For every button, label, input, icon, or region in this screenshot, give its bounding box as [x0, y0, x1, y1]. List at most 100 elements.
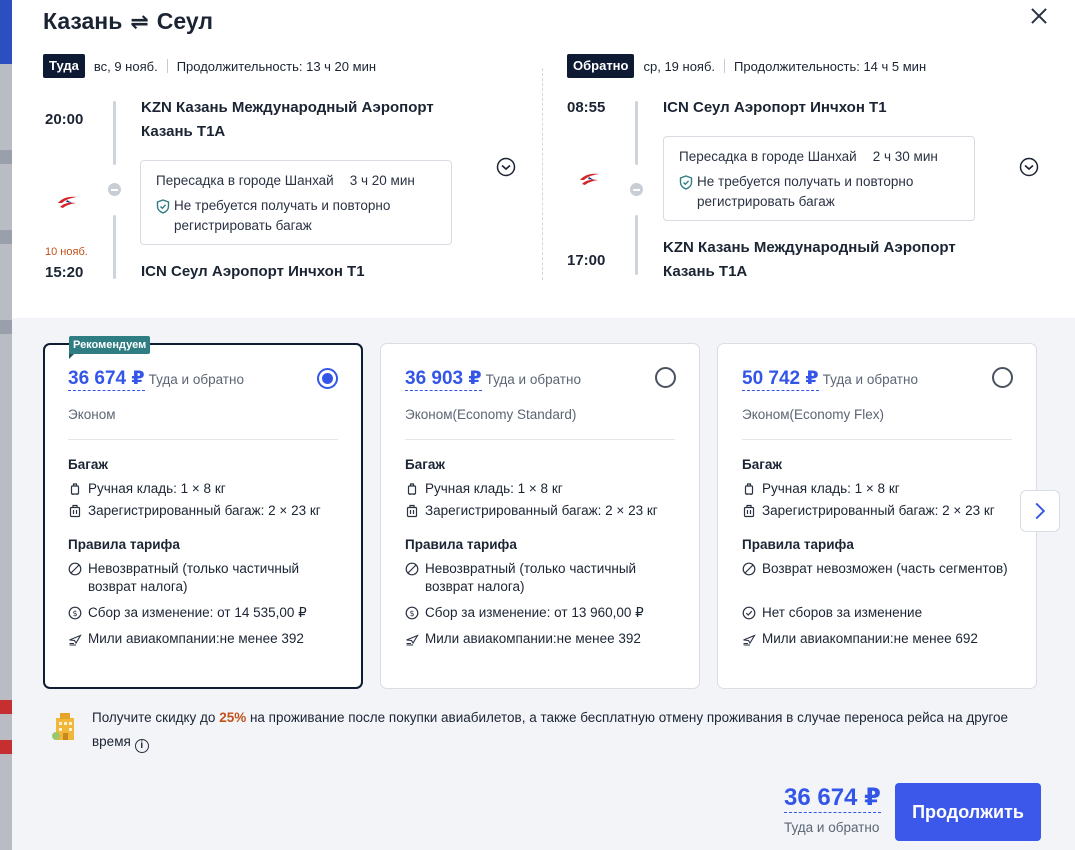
fare-selection-modal: Казань ⇌ Сеул Туда вс, 9 нояб. Продолжит…: [12, 0, 1075, 850]
timeline-line: [635, 215, 638, 275]
checked-bag-icon: [406, 504, 418, 518]
checked-baggage: Зарегистрированный багаж: 2 × 23 кг: [88, 503, 321, 518]
recommended-badge: Рекомендуем: [69, 336, 151, 359]
outbound-leg-header: Туда вс, 9 нояб. Продолжительность: 13 ч…: [43, 54, 376, 78]
outbound-departure-airport: KZN Казань Международный Аэропорт Казань…: [141, 99, 434, 140]
change-fee-rule: Сбор за изменение: от 13 960,00 ₽: [425, 605, 644, 620]
background-chip: [0, 320, 12, 334]
route-title: Казань ⇌ Сеул: [43, 8, 213, 35]
outbound-arrival-airport: ICN Сеул Аэропорт Инчхон T1: [141, 263, 365, 280]
china-eastern-logo-icon: [58, 196, 77, 208]
itinerary-section: Казань ⇌ Сеул Туда вс, 9 нояб. Продолжит…: [12, 0, 1075, 318]
return-departure-time: 08:55: [567, 99, 606, 116]
return-duration: Продолжительность: 14 ч 5 мин: [734, 58, 927, 74]
transfer-city: Пересадка в городе Шанхай: [156, 173, 334, 188]
fare-radio[interactable]: [655, 367, 676, 388]
return-leg-header: Обратно ср, 19 нояб. Продолжительность: …: [567, 54, 926, 78]
miles-rule: Мили авиакомпании:не менее 392: [88, 631, 304, 646]
fare-class: Эконом: [68, 407, 338, 440]
continue-button[interactable]: Продолжить: [895, 783, 1041, 841]
checked-bag-icon: [69, 504, 81, 518]
total-price-note: Туда и обратно: [784, 820, 880, 835]
transfer-duration: 3 ч 20 мин: [349, 173, 415, 188]
hotel-building-icon: [52, 713, 74, 740]
promo-text-start: Получите скидку до: [92, 710, 220, 725]
rules-title: Правила тарифа: [68, 537, 180, 552]
divider: [166, 59, 168, 73]
outbound-departure-time: 20:00: [45, 111, 84, 128]
fare-price: 36 674 ₽: [68, 368, 145, 391]
promo-text: Получите скидку до 25% на проживание пос…: [92, 706, 1040, 754]
fare-card-economy[interactable]: Рекомендуем 36 674 ₽ Туда и обратно Экон…: [43, 336, 363, 689]
destination-city: Сеул: [156, 8, 213, 34]
hotel-discount-promo: Получите скидку до 25% на проживание пос…: [50, 706, 1040, 754]
fare-radio[interactable]: [992, 367, 1013, 388]
timeline-line: [113, 101, 116, 165]
background-left-edge: [0, 0, 12, 850]
legs-divider: [542, 68, 543, 280]
return-transfer-box: Пересадка в городе Шанхай 2 ч 30 мин Не …: [663, 136, 975, 221]
checked-baggage: Зарегистрированный багаж: 2 × 23 кг: [425, 503, 658, 518]
fare-radio[interactable]: [317, 368, 338, 389]
fare-price: 36 903 ₽: [405, 368, 482, 391]
outbound-transfer-box: Пересадка в городе Шанхай 3 ч 20 мин Не …: [140, 160, 452, 245]
return-date: ср, 19 нояб.: [643, 58, 716, 74]
close-icon[interactable]: [1026, 4, 1052, 30]
fare-price: 50 742 ₽: [742, 368, 819, 391]
background-header: [0, 0, 12, 64]
hand-luggage: Ручная кладь: 1 × 8 кг: [88, 481, 226, 496]
hand-luggage-icon: [70, 483, 80, 495]
fare-card-economy-flex[interactable]: 50 742 ₽ Туда и обратно Эконом(Economy F…: [717, 343, 1037, 689]
timeline-line: [113, 215, 116, 279]
rules-title: Правила тарифа: [742, 537, 854, 552]
hand-luggage-icon: [407, 483, 417, 495]
expand-chevron-icon[interactable]: [1019, 157, 1039, 177]
china-eastern-logo-icon: [580, 173, 599, 185]
baggage-title: Багаж: [742, 457, 782, 472]
rules-title: Правила тарифа: [405, 537, 517, 552]
outbound-arrival-time: 15:20: [45, 264, 84, 281]
total-price-block: 36 674 ₽ Туда и обратно: [784, 784, 881, 835]
return-tag: Обратно: [567, 54, 635, 78]
outbound-duration: Продолжительность: 13 ч 20 мин: [176, 58, 377, 74]
no-refund-icon: [405, 562, 419, 576]
outbound-date: вс, 9 нояб.: [93, 58, 158, 74]
timeline-line: [635, 101, 638, 165]
expand-chevron-icon[interactable]: [496, 157, 516, 177]
checked-baggage: Зарегистрированный багаж: 2 × 23 кг: [762, 503, 995, 518]
transfer-dot-icon: [630, 183, 643, 196]
checked-bag-icon: [743, 504, 755, 518]
miles-icon: [69, 634, 82, 646]
return-arrival-airport: KZN Казань Международный Аэропорт Казань…: [663, 239, 956, 280]
fare-price-note: Туда и обратно: [148, 372, 244, 387]
outbound-arrival-date-note: 10 нояб.: [45, 246, 88, 258]
return-departure-airport: ICN Сеул Аэропорт Инчхон T1: [663, 99, 887, 116]
refund-rule: Невозвратный (только частичный возврат н…: [425, 561, 637, 594]
check-circle-icon: [742, 606, 756, 620]
info-icon[interactable]: i: [134, 739, 149, 753]
refund-rule: Невозвратный (только частичный возврат н…: [88, 561, 300, 594]
chevron-right-icon[interactable]: [1020, 490, 1060, 532]
origin-city: Казань: [43, 8, 123, 34]
transfer-dot-icon: [108, 183, 121, 196]
baggage-title: Багаж: [405, 457, 445, 472]
shield-check-icon: [156, 199, 170, 214]
fare-class: Эконом(Economy Flex): [742, 407, 1012, 440]
transfer-baggage-note: Не требуется получать и повторно регистр…: [697, 174, 914, 209]
promo-percent: 25%: [219, 710, 247, 725]
fare-card-economy-standard[interactable]: 36 903 ₽ Туда и обратно Эконом(Economy S…: [380, 343, 700, 689]
total-price: 36 674 ₽: [784, 784, 881, 813]
miles-rule: Мили авиакомпании:не менее 392: [425, 631, 641, 646]
change-fee-icon: $: [68, 606, 82, 620]
hand-luggage: Ручная кладь: 1 × 8 кг: [762, 481, 900, 496]
no-refund-icon: [742, 562, 756, 576]
swap-icon: ⇌: [130, 8, 149, 34]
fare-class: Эконом(Economy Standard): [405, 407, 675, 440]
svg-text:$: $: [409, 609, 414, 618]
change-fee-icon: $: [405, 606, 419, 620]
fare-price-note: Туда и обратно: [822, 372, 918, 387]
miles-rule: Мили авиакомпании:не менее 692: [762, 631, 978, 646]
background-chip: [0, 230, 12, 244]
background-chip: [0, 740, 12, 754]
background-chip: [0, 700, 12, 714]
